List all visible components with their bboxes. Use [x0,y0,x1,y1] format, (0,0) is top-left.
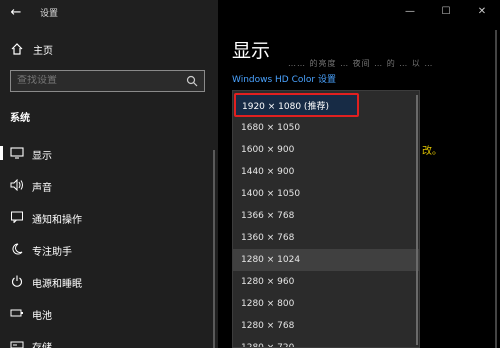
moon-icon [12,243,23,255]
resolution-option[interactable]: 1400 × 1050 [233,183,419,205]
resolution-option[interactable]: 1280 × 1024 [233,249,419,271]
maximize-button[interactable]: ☐ [428,0,464,22]
page-title: 显示 [232,40,271,62]
hdr-color-settings-link[interactable]: Windows HD Color 设置 [232,72,336,85]
resolution-option[interactable]: 1280 × 720 [233,337,419,347]
search-box[interactable] [10,70,205,92]
notification-icon [11,211,23,223]
battery-icon [10,309,23,317]
minimize-button[interactable]: — [392,0,428,22]
resolution-option-selected[interactable]: 1920 × 1080 (推荐) [234,93,359,117]
speaker-icon [10,179,23,191]
back-button[interactable]: ← [6,2,26,22]
sidebar-item-sound[interactable]: 声音 [0,172,218,198]
sidebar-scrollbar[interactable] [213,150,215,348]
sidebar-item-power-sleep[interactable]: 电源和睡眠 [0,268,218,294]
sidebar-item-display[interactable]: 显示 [0,140,218,166]
resolution-option[interactable]: 1600 × 900 [233,139,419,161]
home-nav-item[interactable]: 主页 [0,38,218,60]
selected-resolution-label: 1920 × 1080 (推荐) [242,102,329,112]
resolution-option[interactable]: 1280 × 768 [233,315,419,337]
sidebar-item-label: 显示 [32,151,52,162]
sidebar-item-label: 通知和操作 [32,215,82,226]
app-title: 设置 [40,9,59,19]
close-button[interactable]: ✕ [464,0,500,22]
title-bar: ← 设置 [0,0,218,26]
sidebar-item-focus-assist[interactable]: 专注助手 [0,236,218,262]
sidebar-item-notifications[interactable]: 通知和操作 [0,204,218,230]
resolution-option[interactable]: 1440 × 900 [233,161,419,183]
section-title: 系统 [10,113,30,124]
sidebar-item-battery[interactable]: 电池 [0,300,218,326]
resolution-option[interactable]: 1680 × 1050 [233,117,419,139]
sidebar: ← 设置 主页 系统 显示 声音 [0,0,218,348]
search-input[interactable] [17,75,177,86]
resolution-option[interactable]: 1280 × 800 [233,293,419,315]
resolution-dropdown-list[interactable]: 1680 × 1050 1600 × 900 1440 × 900 1400 × 10… [232,90,420,348]
sidebar-item-storage[interactable]: 存储 [0,332,218,348]
search-icon[interactable] [186,75,198,87]
sidebar-item-label: 存储 [32,339,52,348]
change-notice-text: 改。 [422,146,442,157]
sidebar-item-label: 声音 [32,183,52,194]
main-scrollbar[interactable] [495,30,497,348]
resolution-option[interactable]: 1360 × 768 [233,227,419,249]
power-icon [12,275,22,287]
monitor-icon [10,147,24,159]
sidebar-item-label: 专注助手 [32,247,72,258]
home-icon [11,43,23,55]
dropdown-scrollbar[interactable] [416,95,418,345]
home-label: 主页 [33,46,53,57]
obscured-description: …… 的亮度 … 夜间 … 的 … 以 … [288,59,434,68]
window-controls: — ☐ ✕ [392,0,500,22]
sidebar-item-label: 电源和睡眠 [32,279,82,290]
resolution-option[interactable]: 1366 × 768 [233,205,419,227]
sidebar-item-label: 电池 [32,311,52,322]
resolution-option[interactable]: 1280 × 960 [233,271,419,293]
storage-icon [10,341,24,348]
